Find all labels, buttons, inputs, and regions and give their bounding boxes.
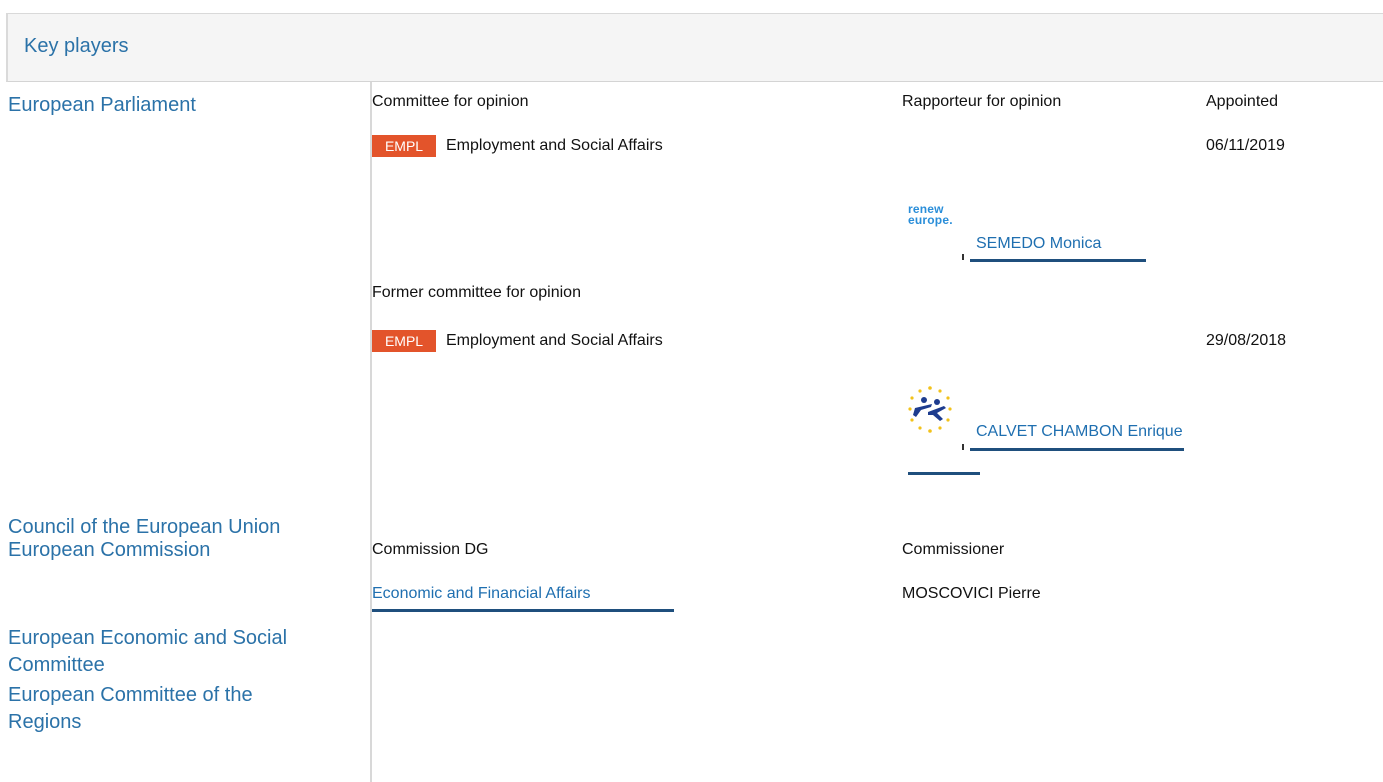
logo-tick-2 (962, 444, 964, 450)
calvet-underline-2 (908, 472, 980, 475)
dg-underline (372, 609, 674, 612)
player-eesc[interactable]: European Economic and Social Committee (8, 625, 308, 679)
commissioner-name: MOSCOVICI Pierre (902, 585, 1041, 602)
rapporteur-link-calvet-text[interactable]: CALVET CHAMBON Enrique (976, 423, 1183, 440)
key-players-panel: Key players European Parliament Council … (6, 13, 1383, 782)
commission-dg-link[interactable]: Economic and Financial Affairs (372, 585, 590, 603)
committee-name: Employment and Social Affairs (446, 137, 663, 154)
former-committee-name: Employment and Social Affairs (446, 332, 663, 349)
commission-dg-heading: Commission DG (372, 541, 489, 558)
player-commission[interactable]: European Commission (8, 537, 368, 564)
appointed-heading: Appointed (1206, 93, 1279, 110)
panel-header: Key players (6, 14, 1383, 82)
renew-europe-logo: renew europe. (908, 202, 953, 227)
player-cor[interactable]: European Committee of the Regions (8, 682, 308, 736)
committee-for-opinion-heading: Committee for opinion (372, 93, 529, 110)
rapporteur-underline (970, 259, 1146, 262)
rapporteur-link-calvet[interactable]: CALVET CHAMBON Enrique (908, 420, 1198, 444)
player-european-parliament[interactable]: European Parliament (8, 92, 368, 119)
rapporteur-for-opinion-heading: Rapporteur for opinion (902, 93, 1062, 110)
rapporteur-link-semedo[interactable]: SEMEDO Monica (976, 235, 1101, 253)
calvet-underline-1 (970, 448, 1184, 451)
former-committee-badge: EMPL (372, 330, 436, 352)
appointed-date: 06/11/2019 (1206, 137, 1285, 154)
former-appointed-date: 29/08/2018 (1206, 332, 1287, 349)
former-committee-heading: Former committee for opinion (372, 284, 581, 301)
committee-badge: EMPL (372, 135, 436, 157)
logo-tick (962, 254, 964, 260)
panel-title: Key players (24, 35, 129, 57)
commissioner-heading: Commissioner (902, 541, 1005, 558)
key-players-list: European Parliament Council of the Europ… (6, 82, 372, 782)
